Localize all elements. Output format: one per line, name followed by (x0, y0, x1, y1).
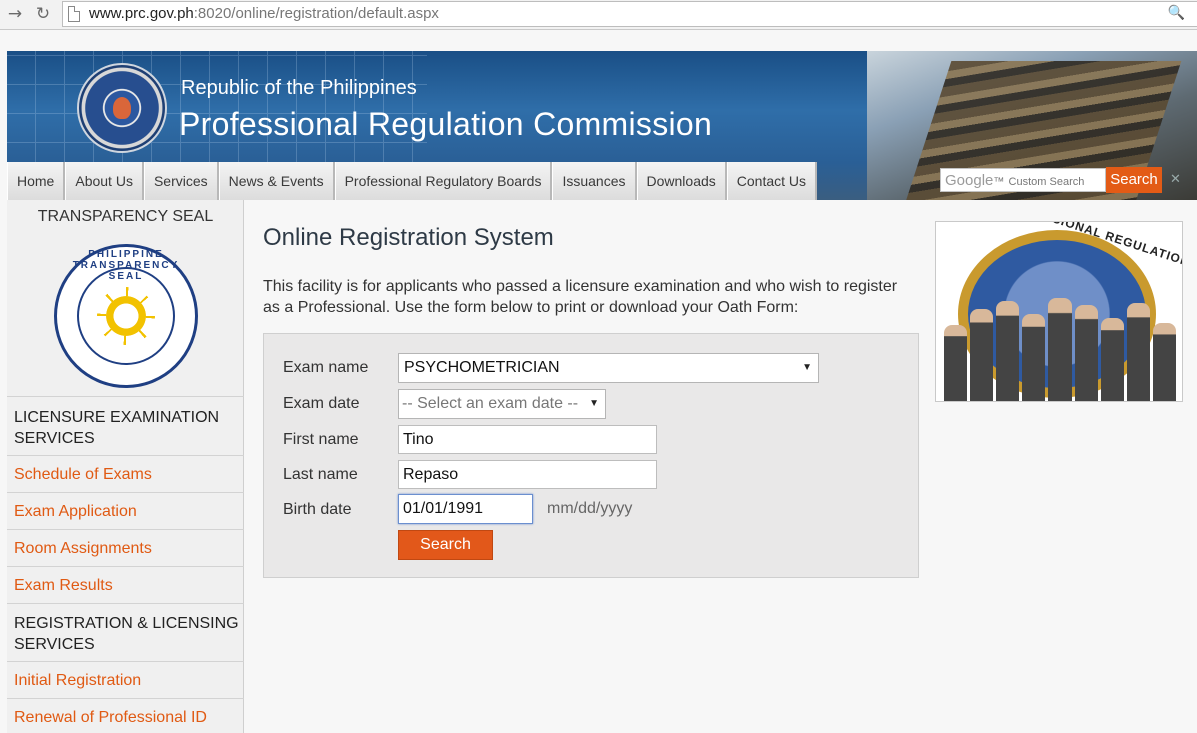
person-figure (1126, 303, 1150, 401)
page-title: Online Registration System (263, 224, 554, 251)
nav-news-events[interactable]: News & Events (218, 162, 335, 200)
page-description: This facility is for applicants who pass… (263, 278, 898, 316)
forward-arrow-icon[interactable]: → (4, 3, 26, 25)
exam-name-label: Exam name (283, 359, 369, 376)
sidebar-divider (7, 455, 244, 456)
nav-downloads[interactable]: Downloads (636, 162, 727, 200)
sidebar-link-exam-results[interactable]: Exam Results (14, 577, 113, 595)
nav-contact-us[interactable]: Contact Us (726, 162, 818, 200)
site-search-button[interactable]: Search (1106, 167, 1162, 193)
search-placeholder-text: Custom Search (1008, 176, 1085, 188)
sidebar-divider (7, 529, 244, 530)
sidebar-divider (7, 698, 244, 699)
birth-date-format-hint: mm/dd/yyyy (547, 500, 633, 517)
zoom-icon[interactable]: 🔍 (1168, 5, 1185, 21)
banner-subtitle: Republic of the Philippines (181, 77, 417, 99)
exam-name-value: PSYCHOMETRICIAN (404, 359, 560, 376)
banner-title: Professional Regulation Commission (179, 106, 713, 142)
nav-about-us[interactable]: About Us (65, 162, 144, 200)
nav-issuances[interactable]: Issuances (552, 162, 637, 200)
last-name-field[interactable]: Repaso (398, 460, 657, 489)
person-figure (1152, 322, 1176, 401)
sidebar-section-licensure: LICENSURE EXAMINATION SERVICES (14, 409, 220, 447)
google-brand: Google (945, 172, 994, 189)
sun-icon (97, 287, 155, 345)
last-name-label: Last name (283, 466, 358, 483)
person-figure (1100, 318, 1124, 401)
prc-professionals-image: PROFESSIONAL REGULATION COMMIS (935, 221, 1183, 402)
sidebar-link-schedule-of-exams[interactable]: Schedule of Exams (14, 466, 152, 484)
exam-date-label: Exam date (283, 395, 360, 412)
site-search-input[interactable]: Google™ Custom Search (940, 168, 1106, 192)
exam-date-value: -- Select an exam date -- (402, 395, 579, 412)
nav-regulatory-boards[interactable]: Professional Regulatory Boards (334, 162, 553, 200)
person-figure (970, 308, 994, 401)
sidebar-section-registration: REGISTRATION & LICENSING SERVICES (14, 615, 239, 653)
person-figure (944, 325, 968, 401)
nav-home[interactable]: Home (7, 162, 66, 200)
first-name-field[interactable]: Tino (398, 425, 657, 454)
exam-name-select[interactable]: PSYCHOMETRICIAN ▼ (398, 353, 819, 383)
sidebar: TRANSPARENCY SEAL PHILIPPINE TRANSPARENC… (7, 200, 244, 733)
person-figure (1048, 297, 1072, 401)
sidebar-link-renewal-professional-id[interactable]: Renewal of Professional ID (14, 709, 207, 727)
sidebar-divider (7, 661, 244, 662)
dropdown-arrow-icon: ▼ (589, 398, 599, 409)
page-icon (68, 6, 80, 22)
clear-search-icon[interactable]: ✕ (1170, 171, 1181, 187)
reload-icon[interactable]: ↻ (32, 3, 54, 25)
person-figure (1022, 314, 1046, 401)
prc-logo[interactable] (77, 63, 167, 153)
person-figure (996, 300, 1020, 401)
dropdown-arrow-icon: ▼ (802, 362, 812, 373)
person-figure (1074, 305, 1098, 401)
url-text: www.prc.gov.ph:8020/online/registration/… (89, 5, 439, 22)
sidebar-divider (7, 396, 244, 397)
sidebar-link-exam-application[interactable]: Exam Application (14, 503, 137, 521)
nav-services[interactable]: Services (143, 162, 219, 200)
professionals-group (944, 292, 1176, 401)
search-button[interactable]: Search (398, 530, 493, 560)
sidebar-link-initial-registration[interactable]: Initial Registration (14, 672, 141, 690)
address-bar[interactable]: www.prc.gov.ph:8020/online/registration/… (62, 1, 1197, 27)
google-tm: ™ (993, 176, 1005, 188)
site-search-placeholder: Google™ Custom Search (945, 172, 1084, 189)
sidebar-divider (7, 492, 244, 493)
sidebar-divider (7, 566, 244, 567)
transparency-seal-image[interactable]: PHILIPPINE TRANSPARENCY SEAL (54, 244, 198, 388)
exam-date-select[interactable]: -- Select an exam date -- ▼ (398, 389, 606, 419)
sidebar-link-room-assignments[interactable]: Room Assignments (14, 540, 152, 558)
sidebar-divider (7, 603, 244, 604)
top-navigation: Home About Us Services News & Events Pro… (7, 162, 818, 200)
birth-date-label: Birth date (283, 501, 352, 518)
transparency-seal-title: TRANSPARENCY SEAL (37, 208, 214, 225)
birth-date-field[interactable]: 01/01/1991 (398, 494, 533, 524)
browser-toolbar: → ↻ www.prc.gov.ph:8020/online/registrat… (0, 0, 1197, 30)
first-name-label: First name (283, 431, 359, 448)
